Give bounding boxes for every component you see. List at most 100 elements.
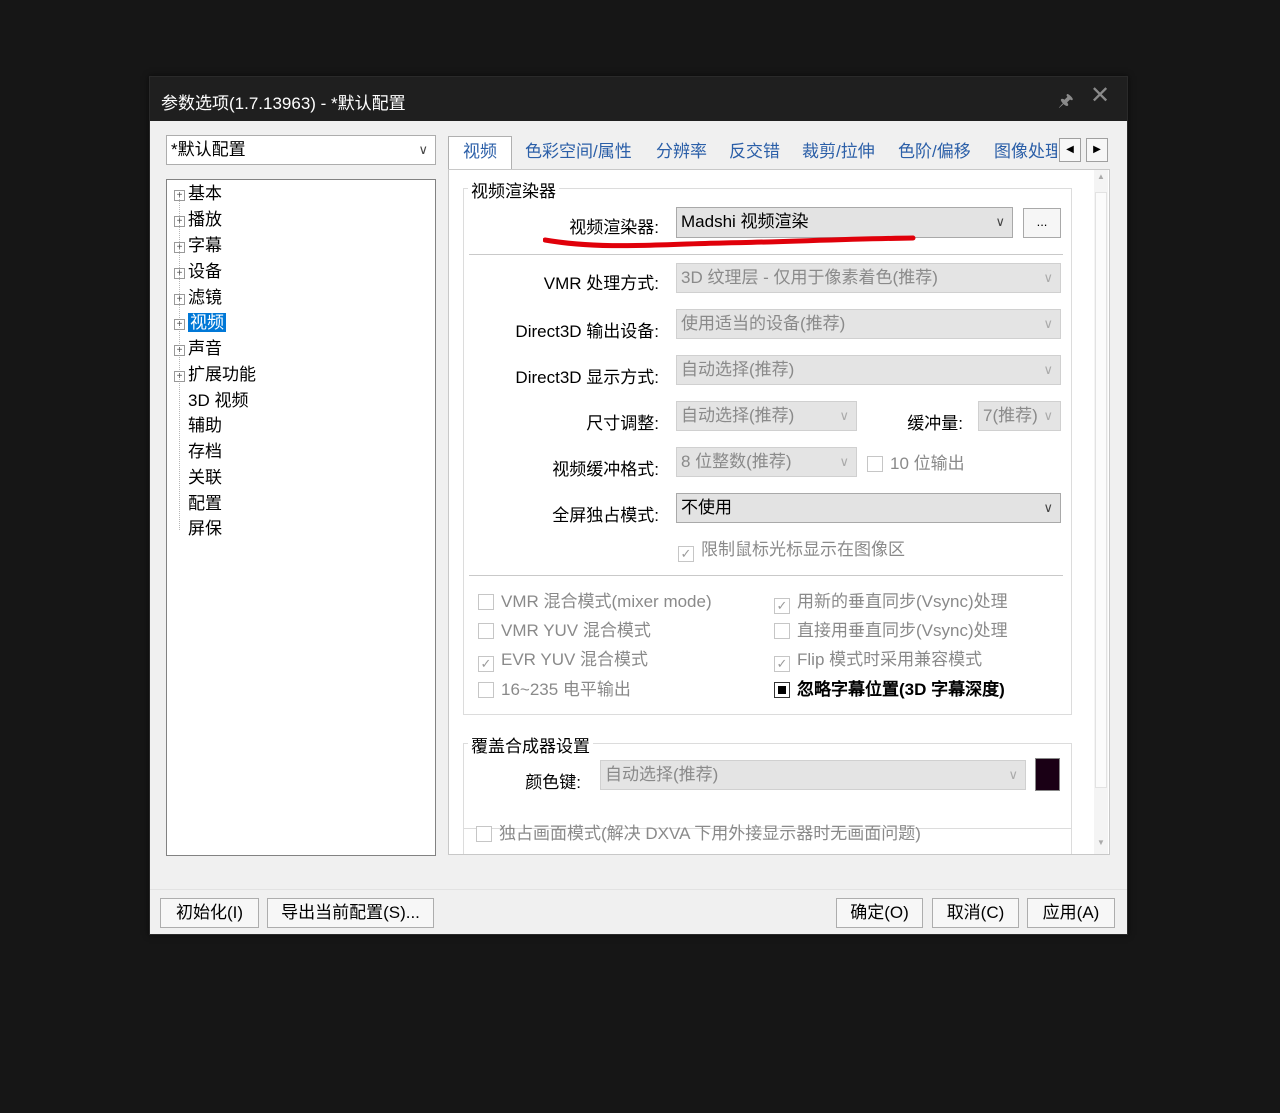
d3d-device-label: Direct3D 输出设备: bbox=[515, 322, 659, 341]
tree-item-association[interactable]: 关联 bbox=[174, 466, 222, 490]
close-icon[interactable]: ✕ bbox=[1090, 84, 1110, 108]
exclusive-screen-checkbox: 独占画面模式(解决 DXVA 下用外接显示器时无画面问题) bbox=[476, 823, 921, 845]
buffer-format-select: 8 位整数(推荐) ∨ bbox=[676, 447, 857, 477]
profile-select-value: *默认配置 bbox=[171, 140, 246, 159]
vmr-yuv-checkbox: VMR YUV 混合模式 bbox=[478, 620, 651, 642]
tab-scroll-left-icon[interactable]: ◀ bbox=[1059, 138, 1081, 162]
tree-item-video[interactable]: + 视频 bbox=[174, 311, 226, 335]
colorkey-select: 自动选择(推荐) ∨ bbox=[600, 760, 1026, 790]
chevron-down-icon: ∨ bbox=[839, 454, 849, 469]
title-bar[interactable]: 参数选项(1.7.13963) - *默认配置 🖈 ✕ bbox=[150, 77, 1127, 121]
scroll-thumb[interactable] bbox=[1095, 192, 1107, 788]
buffer-value: 7(推荐) bbox=[983, 406, 1038, 425]
tree-item-devices[interactable]: + 设备 bbox=[174, 260, 222, 284]
checkbox-indeterminate-icon[interactable] bbox=[774, 682, 790, 698]
tree-item-label: 配置 bbox=[188, 494, 222, 513]
expand-icon[interactable]: + bbox=[174, 190, 185, 201]
apply-button[interactable]: 应用(A) bbox=[1027, 898, 1115, 928]
chevron-down-icon: ∨ bbox=[995, 214, 1005, 229]
tab-scroll-right-icon[interactable]: ▶ bbox=[1086, 138, 1108, 162]
preferences-dialog: 参数选项(1.7.13963) - *默认配置 🖈 ✕ *默认配置 ∨ + 基本 … bbox=[149, 76, 1128, 935]
expand-icon[interactable]: + bbox=[174, 268, 185, 279]
tree-item-label: 视频 bbox=[188, 313, 226, 332]
resize-value: 自动选择(推荐) bbox=[681, 406, 795, 425]
profile-select[interactable]: *默认配置 ∨ bbox=[166, 135, 436, 165]
tree-item-config[interactable]: 配置 bbox=[174, 492, 222, 516]
scroll-down-icon[interactable]: ▼ bbox=[1097, 838, 1105, 847]
checkbox-icon bbox=[476, 826, 492, 842]
checkmark-icon: ✓ bbox=[478, 656, 494, 672]
checkmark-icon: ✓ bbox=[774, 656, 790, 672]
checkbox-icon bbox=[478, 594, 494, 610]
fullscreen-exclusive-value: 不使用 bbox=[681, 498, 732, 517]
tree-item-basic[interactable]: + 基本 bbox=[174, 182, 222, 206]
expand-icon[interactable]: + bbox=[174, 371, 185, 382]
expand-icon[interactable]: + bbox=[174, 319, 185, 330]
vmr-mode-value: 3D 纹理层 - 仅用于像素着色(推荐) bbox=[681, 268, 938, 287]
ok-button[interactable]: 确定(O) bbox=[836, 898, 923, 928]
tab-crop-stretch[interactable]: 裁剪/拉伸 bbox=[802, 137, 875, 169]
tree-item-archive[interactable]: 存档 bbox=[174, 440, 222, 464]
tree-item-assist[interactable]: 辅助 bbox=[174, 414, 222, 438]
tab-image-processing[interactable]: 图像处理 bbox=[994, 137, 1057, 169]
tree-item-playback[interactable]: + 播放 bbox=[174, 208, 222, 232]
tab-colorspace[interactable]: 色彩空间/属性 bbox=[525, 137, 632, 169]
d3d-device-value: 使用适当的设备(推荐) bbox=[681, 314, 846, 333]
ignore-subtitle-position-checkbox[interactable]: 忽略字幕位置(3D 字幕深度) bbox=[774, 679, 1005, 701]
annotation-underline bbox=[543, 235, 916, 249]
level-output-checkbox: 16~235 电平输出 bbox=[478, 679, 631, 701]
expand-icon[interactable]: + bbox=[174, 216, 185, 227]
evr-yuv-label: EVR YUV 混合模式 bbox=[501, 650, 649, 669]
d3d-device-select: 使用适当的设备(推荐) ∨ bbox=[676, 309, 1061, 339]
expand-icon[interactable]: + bbox=[174, 345, 185, 356]
tree-item-subtitles[interactable]: + 字幕 bbox=[174, 234, 222, 258]
fullscreen-exclusive-select[interactable]: 不使用 ∨ bbox=[676, 493, 1061, 523]
tree-item-label: 辅助 bbox=[188, 416, 222, 435]
tab-levels-offset[interactable]: 色阶/偏移 bbox=[898, 137, 971, 169]
video-tab-panel: 视频渲染器 视频渲染器: Madshi 视频渲染 ∨ ... VMR 处理方式:… bbox=[448, 169, 1110, 855]
cancel-button[interactable]: 取消(C) bbox=[932, 898, 1019, 928]
d3d-display-select: 自动选择(推荐) ∨ bbox=[676, 355, 1061, 385]
colorkey-value: 自动选择(推荐) bbox=[605, 765, 719, 784]
panel-scrollbar[interactable]: ▲ ▼ bbox=[1094, 170, 1108, 854]
expand-icon[interactable]: + bbox=[174, 242, 185, 253]
resize-select: 自动选择(推荐) ∨ bbox=[676, 401, 857, 431]
tab-deinterlace[interactable]: 反交错 bbox=[729, 137, 780, 169]
tab-video[interactable]: 视频 bbox=[448, 136, 512, 170]
chevron-down-icon: ∨ bbox=[1043, 500, 1053, 515]
chevron-down-icon: ∨ bbox=[418, 142, 428, 157]
direct-vsync-label: 直接用垂直同步(Vsync)处理 bbox=[797, 621, 1008, 640]
tree-item-extensions[interactable]: + 扩展功能 bbox=[174, 363, 256, 387]
tree-item-label: 字幕 bbox=[188, 236, 222, 255]
buffer-format-label: 视频缓冲格式: bbox=[552, 460, 659, 479]
flip-compat-checkbox: ✓ Flip 模式时采用兼容模式 bbox=[774, 649, 982, 672]
scroll-up-icon[interactable]: ▲ bbox=[1097, 172, 1105, 181]
export-config-button[interactable]: 导出当前配置(S)... bbox=[267, 898, 434, 928]
tree-item-audio[interactable]: + 声音 bbox=[174, 337, 222, 361]
tab-resolution[interactable]: 分辨率 bbox=[656, 137, 707, 169]
evr-yuv-checkbox: ✓ EVR YUV 混合模式 bbox=[478, 649, 648, 672]
vmr-mode-label: VMR 处理方式: bbox=[543, 274, 659, 293]
tree-item-label: 存档 bbox=[188, 442, 222, 461]
separator bbox=[469, 575, 1063, 576]
pin-icon[interactable]: 🖈 bbox=[1058, 88, 1074, 117]
tree-item-3d-video[interactable]: 3D 视频 bbox=[174, 389, 248, 413]
exclusive-screen-label: 独占画面模式(解决 DXVA 下用外接显示器时无画面问题) bbox=[499, 824, 921, 843]
d3d-display-value: 自动选择(推荐) bbox=[681, 360, 795, 379]
init-button[interactable]: 初始化(I) bbox=[160, 898, 259, 928]
vmr-yuv-label: VMR YUV 混合模式 bbox=[501, 621, 651, 640]
tree-item-label: 关联 bbox=[188, 468, 222, 487]
category-tree[interactable]: + 基本 + 播放 + 字幕 + 设备 + 滤镜 + 视频 + 声音 + 扩展功能 3D 视频 … bbox=[166, 179, 436, 856]
new-vsync-label: 用新的垂直同步(Vsync)处理 bbox=[797, 592, 1008, 611]
tree-item-filters[interactable]: + 滤镜 bbox=[174, 286, 222, 310]
tree-item-label: 声音 bbox=[188, 339, 222, 358]
colorkey-swatch[interactable] bbox=[1035, 758, 1060, 791]
tree-item-screensaver[interactable]: 屏保 bbox=[174, 517, 222, 541]
vmr-mixer-checkbox: VMR 混合模式(mixer mode) bbox=[478, 591, 712, 613]
checkbox-icon bbox=[478, 623, 494, 639]
tree-item-label: 设备 bbox=[188, 262, 222, 281]
expand-icon[interactable]: + bbox=[174, 294, 185, 305]
renderer-settings-button[interactable]: ... bbox=[1023, 208, 1061, 238]
chevron-down-icon: ∨ bbox=[1043, 270, 1053, 285]
renderer-group-title: 视频渲染器 bbox=[468, 177, 559, 202]
